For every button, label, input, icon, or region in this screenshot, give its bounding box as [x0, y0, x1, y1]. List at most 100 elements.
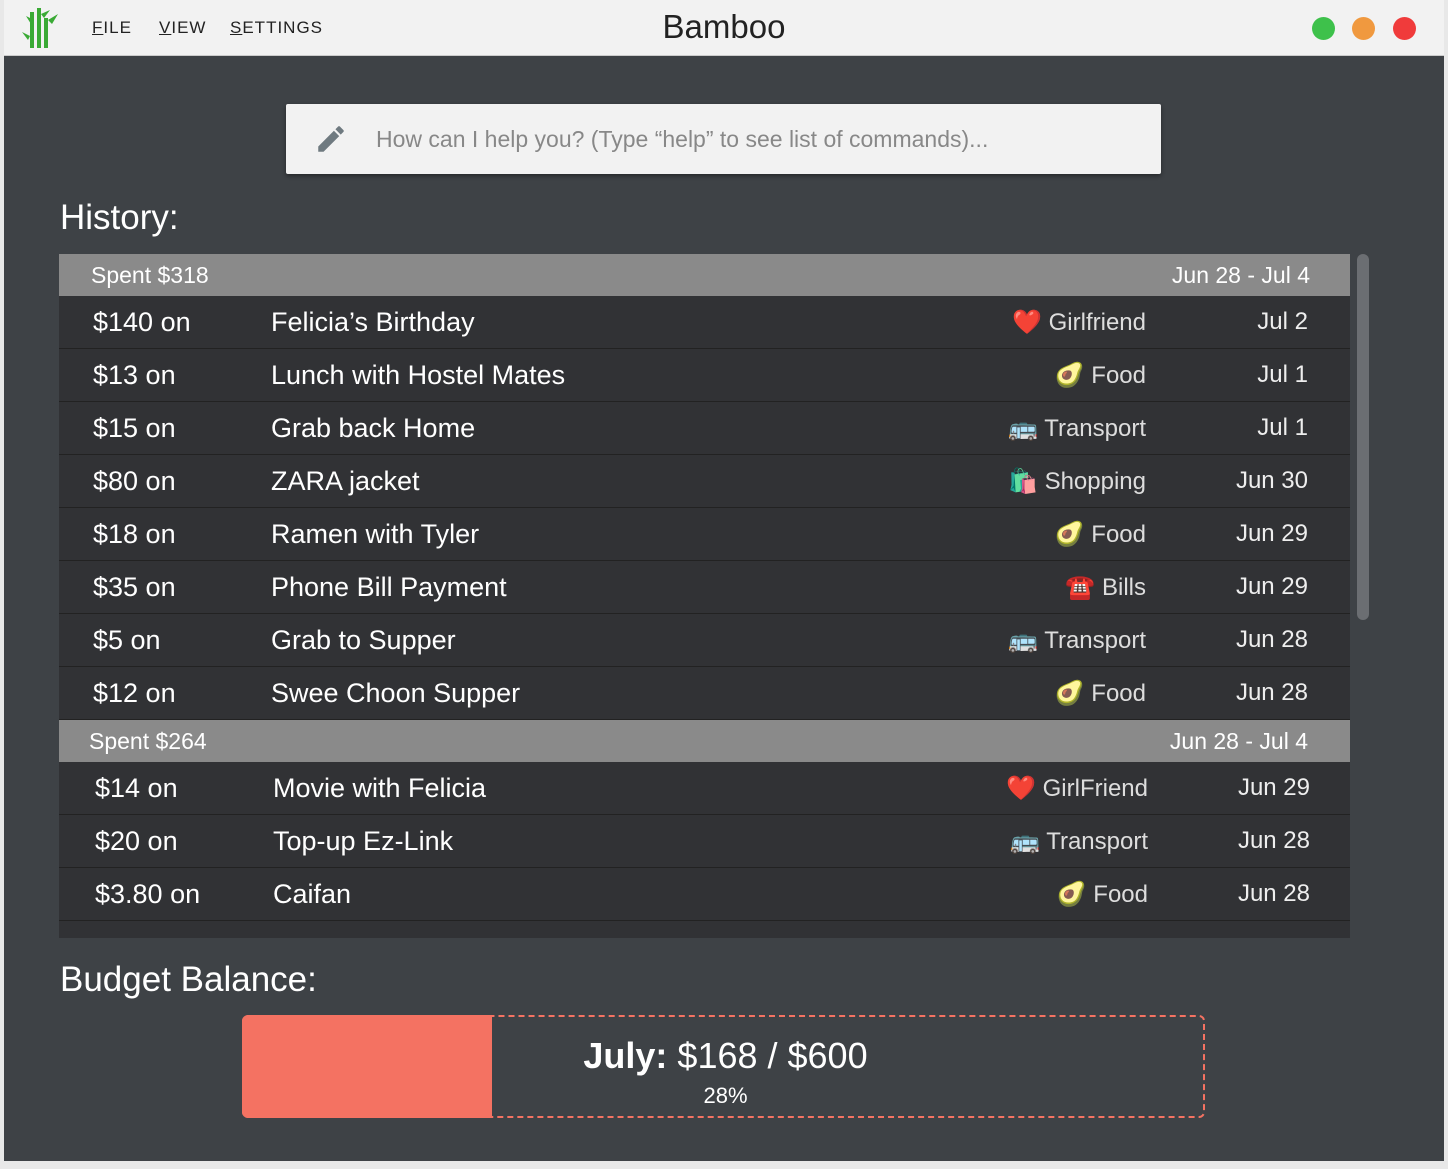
- close-button[interactable]: [1393, 17, 1416, 40]
- budget-bar: July: $168 / $600 28%: [242, 1015, 1205, 1118]
- app-window: FILEVIEWSETTINGS Bamboo History: Spent $…: [4, 0, 1444, 1161]
- command-input[interactable]: [376, 104, 1136, 174]
- category-label: Transport: [1044, 626, 1146, 654]
- category-icon: ❤️: [1012, 308, 1042, 336]
- description: Phone Bill Payment: [271, 571, 507, 602]
- category-label: Bills: [1101, 573, 1146, 601]
- category-label: Shopping: [1044, 467, 1146, 495]
- description: Ramen with Tyler: [271, 518, 480, 549]
- group-range: Jun 28 - Jul 4: [1169, 727, 1308, 754]
- maximize-button[interactable]: [1312, 17, 1335, 40]
- table-row[interactable]: $13 on Lunch with Hostel Mates 🥑 Food Jul 1: [59, 349, 1350, 402]
- category-label: Food: [1091, 361, 1146, 389]
- category-label: Food: [1093, 880, 1148, 908]
- category: 🚌 Transport: [1008, 626, 1146, 655]
- category-icon: 🥑: [1056, 880, 1087, 908]
- description: Movie with Felicia: [273, 772, 487, 803]
- table-row[interactable]: $15 on Grab back Home 🚌 Transport Jul 1: [59, 402, 1350, 455]
- category: ❤️ GirlFriend: [1006, 774, 1148, 803]
- budget-percent: 28%: [703, 1083, 748, 1108]
- history-group: Spent $318 Jun 28 - Jul 4 $140 on Felicia’s…: [59, 254, 1350, 720]
- category-label: Food: [1091, 679, 1146, 707]
- amount: $140 on: [93, 306, 191, 337]
- table-row[interactable]: $3.80 on Caifan 🥑 Food Jun 28: [59, 868, 1350, 921]
- category: 🚌 Transport: [1010, 827, 1148, 856]
- category: 🥑 Food: [1055, 361, 1146, 390]
- description: Swee Choon Supper: [271, 677, 521, 708]
- group-range: Jun 28 - Jul 4: [1171, 261, 1310, 288]
- category: 🥑 Food: [1055, 520, 1146, 549]
- description: Top-up Ez-Link: [273, 825, 454, 856]
- table-row[interactable]: $80 on ZARA jacket 🛍️ Shopping Jun 30: [59, 455, 1350, 508]
- date: Jun 28: [1235, 679, 1308, 706]
- category-icon: ☎️: [1065, 573, 1096, 601]
- description: Lunch with Hostel Mates: [271, 359, 566, 390]
- history-heading: History:: [60, 198, 179, 237]
- budget-month: July:: [583, 1035, 668, 1076]
- minimize-button[interactable]: [1352, 17, 1375, 40]
- command-box: [286, 104, 1161, 174]
- category: ❤️ Girlfriend: [1012, 308, 1146, 337]
- category-icon: 🥑: [1054, 361, 1085, 389]
- description: Grab to Supper: [271, 624, 456, 655]
- date: Jul 1: [1257, 361, 1308, 388]
- table-row[interactable]: $35 on Phone Bill Payment ☎️ Bills Jun 29: [59, 561, 1350, 614]
- amount: $35 on: [93, 571, 176, 602]
- title-bar: FILE VIEW SETTINGS Bamboo: [4, 0, 1444, 56]
- category-icon: 🚌: [1008, 414, 1038, 442]
- category-label: Food: [1091, 520, 1146, 548]
- amount: $80 on: [93, 465, 176, 496]
- category-icon: 🥑: [1054, 679, 1085, 707]
- date: Jun 28: [1237, 880, 1310, 907]
- category: 🚌 Transport: [1008, 414, 1146, 443]
- amount: $14 on: [95, 772, 178, 803]
- table-row[interactable]: $20 on Top-up Ez-Link 🚌 Transport Jun 28: [59, 815, 1350, 868]
- history-list: Spent $318 Jun 28 - Jul 4 $140 on Felicia’s…: [59, 254, 1350, 938]
- amount: $15 on: [93, 412, 176, 443]
- table-row[interactable]: $18 on Ramen with Tyler 🥑 Food Jun 29: [59, 508, 1350, 561]
- scrollbar[interactable]: [1357, 254, 1369, 620]
- description: ZARA jacket: [271, 465, 420, 496]
- amount: $13 on: [93, 359, 176, 390]
- category-label: Transport: [1046, 827, 1148, 855]
- amount: $18 on: [93, 518, 176, 549]
- description: Caifan: [273, 878, 352, 909]
- app-title: Bamboo: [662, 8, 786, 45]
- category-icon: ❤️: [1006, 774, 1036, 802]
- table-row[interactable]: $140 on Felicia’s Birthday ❤️ Girlfriend Ju…: [59, 296, 1350, 349]
- category-icon: 🛍️: [1008, 467, 1038, 495]
- category: 🥑 Food: [1057, 880, 1148, 909]
- date: Jun 29: [1235, 573, 1308, 600]
- category-label: Girlfriend: [1048, 308, 1146, 336]
- date: Jun 29: [1237, 774, 1310, 801]
- date: Jun 28: [1237, 827, 1310, 854]
- group-spent: Spent $264: [89, 727, 207, 754]
- group-header: Spent $264 Jun 28 - Jul 4: [59, 720, 1350, 762]
- amount: $20 on: [95, 825, 178, 856]
- description: Felicia’s Birthday: [271, 306, 475, 337]
- category: 🥑 Food: [1055, 679, 1146, 708]
- group-spent: Spent $318: [91, 261, 209, 288]
- date: Jun 28: [1235, 626, 1308, 653]
- amount: $12 on: [93, 677, 176, 708]
- category: ☎️ Bills: [1065, 573, 1146, 602]
- category: 🛍️ Shopping: [1008, 467, 1146, 496]
- date: Jul 1: [1257, 414, 1308, 441]
- category-icon: 🚌: [1008, 626, 1038, 654]
- date: Jun 29: [1235, 520, 1308, 547]
- description: Grab back Home: [271, 412, 476, 443]
- pencil-icon: [318, 126, 344, 152]
- budget-amount: $168 / $600: [677, 1035, 868, 1076]
- date: Jun 30: [1235, 467, 1308, 494]
- amount: $3.80 on: [95, 878, 201, 909]
- category-icon: 🚌: [1010, 827, 1040, 855]
- category-icon: 🥑: [1054, 520, 1085, 548]
- amount: $5 on: [93, 624, 161, 655]
- date: Jul 2: [1257, 308, 1308, 335]
- category-label: Transport: [1044, 414, 1146, 442]
- table-row[interactable]: $14 on Movie with Felicia ❤️ GirlFriend Jun…: [59, 762, 1350, 815]
- table-row[interactable]: $12 on Swee Choon Supper 🥑 Food Jun 28: [59, 667, 1350, 720]
- table-row[interactable]: $5 on Grab to Supper 🚌 Transport Jun 28: [59, 614, 1350, 667]
- budget-heading: Budget Balance:: [60, 960, 317, 999]
- group-header: Spent $318 Jun 28 - Jul 4: [59, 254, 1350, 296]
